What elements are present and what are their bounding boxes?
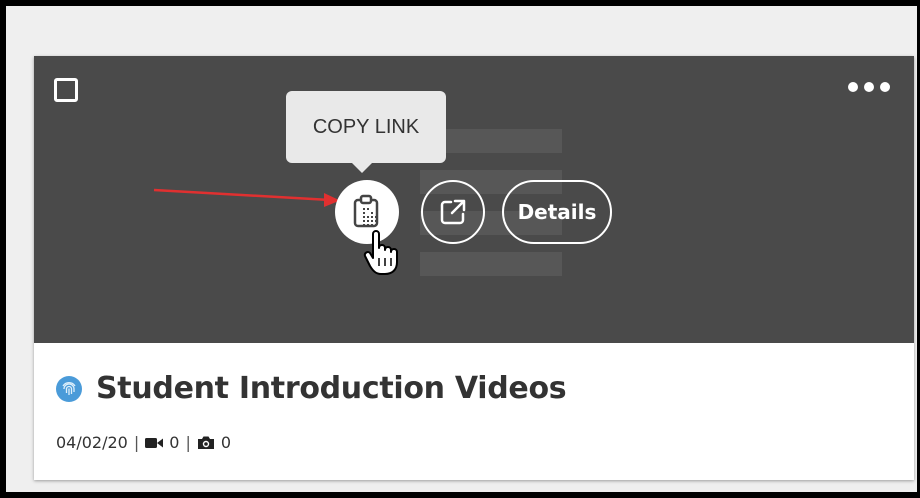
gallery-card[interactable]: COPY LINK Details Student Introduction V…: [34, 56, 914, 480]
card-info: Student Introduction Videos 04/02/20 | 0…: [34, 343, 914, 480]
card-title[interactable]: Student Introduction Videos: [96, 371, 567, 406]
photo-count: 0: [220, 433, 232, 452]
video-camera-icon: [145, 437, 164, 448]
card-meta: 04/02/20 | 0 | 0: [56, 433, 231, 452]
screenshot-frame: COPY LINK Details Student Introduction V…: [6, 6, 917, 492]
copy-link-tooltip: COPY LINK: [286, 91, 446, 173]
meta-separator: |: [185, 433, 191, 452]
clipboard-copy-icon: [353, 194, 379, 228]
card-thumbnail: COPY LINK Details: [34, 56, 914, 343]
details-button[interactable]: Details: [502, 180, 612, 244]
open-external-button[interactable]: [421, 180, 485, 244]
meta-separator: |: [133, 433, 140, 452]
video-count: 0: [169, 433, 180, 452]
fingerprint-icon: [56, 375, 82, 402]
hand-pointer-cursor: [363, 230, 398, 275]
thumbnail-placeholder: [420, 252, 562, 276]
camera-icon: [197, 436, 214, 449]
more-options-icon[interactable]: [848, 82, 890, 92]
red-arrow-annotation: [153, 188, 340, 207]
card-title-row[interactable]: Student Introduction Videos: [56, 371, 567, 406]
external-link-icon: [440, 199, 466, 225]
select-checkbox[interactable]: [54, 78, 78, 102]
card-date: 04/02/20: [56, 433, 128, 452]
